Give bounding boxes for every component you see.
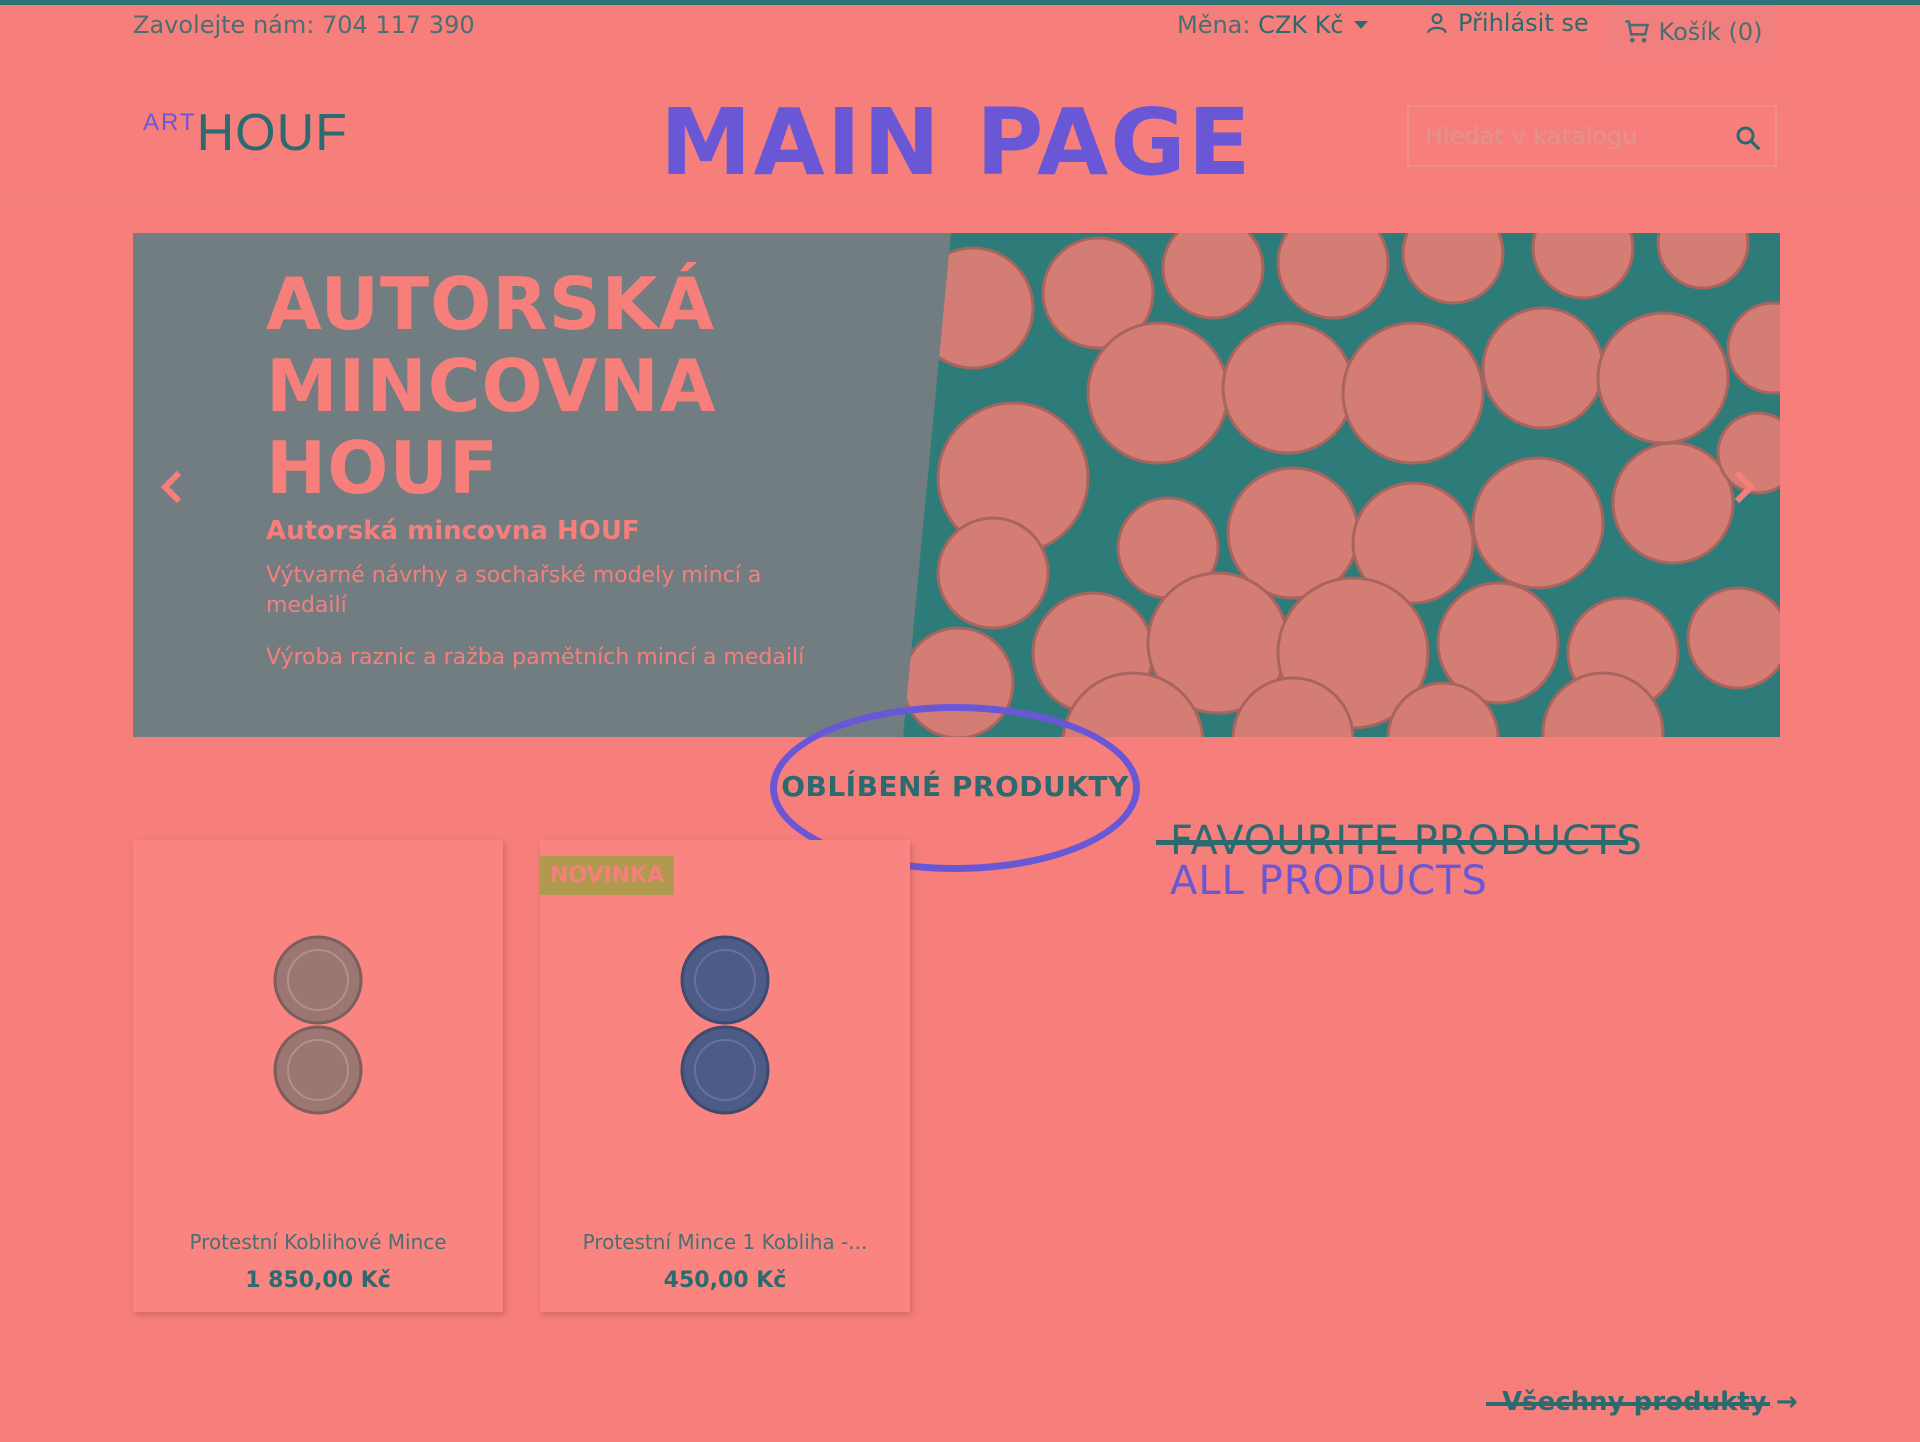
all-products-link[interactable]: Všechny produkty → (1486, 1387, 1798, 1417)
card-divider (143, 1208, 493, 1210)
product-name[interactable]: Protestní Koblihové Mince (133, 1230, 503, 1254)
product-image (273, 935, 363, 1115)
section-title: OBLÍBENÉ PRODUKTY (781, 770, 1129, 803)
slider-prev-button[interactable] (151, 465, 191, 509)
logo-houf: HOUF (196, 104, 348, 162)
logo-art: ART (143, 109, 197, 136)
search-input[interactable] (1425, 121, 1715, 151)
top-bar: Zavolejte nám: 704 117 390 Měna: CZK Kč … (0, 5, 1920, 59)
annotation-main-page: MAIN PAGE (660, 89, 1253, 196)
currency-label: Měna: (1177, 11, 1251, 39)
slider-next-button[interactable] (1725, 465, 1765, 509)
currency-value: CZK Kč (1258, 11, 1344, 39)
site-header: ARTHOUF MAIN PAGE (0, 53, 1920, 198)
cart-button[interactable]: Košík (0) (1607, 5, 1778, 59)
hero-title: AUTORSKÁ MINCOVNA HOUF (266, 263, 717, 509)
product-price: 1 850,00 Kč (245, 1268, 391, 1293)
strikethrough-line (1156, 840, 1628, 845)
login-label: Přihlásit se (1458, 9, 1589, 37)
contact-phone: Zavolejte nám: 704 117 390 (133, 11, 475, 39)
new-badge: NOVINKA (540, 856, 675, 895)
strikethrough-line (1486, 1402, 1770, 1406)
arrow-right-icon: → (1775, 1387, 1798, 1417)
annotation-all-products: ALL PRODUCTS (1170, 858, 1488, 904)
hero-slider: AUTORSKÁ MINCOVNA HOUF Autorská mincovna H… (133, 233, 1780, 737)
currency-selector[interactable]: Měna: CZK Kč (1177, 11, 1368, 39)
product-image (680, 935, 770, 1115)
hero-title-line2: MINCOVNA (266, 344, 717, 428)
product-name[interactable]: Protestní Mince 1 Kobliha -... (540, 1230, 910, 1254)
hero-subtitle: Autorská mincovna HOUF (266, 516, 640, 546)
chevron-left-icon (160, 470, 182, 504)
search-box (1407, 105, 1777, 167)
chevron-right-icon (1734, 470, 1756, 504)
user-icon (1427, 13, 1447, 34)
login-link[interactable]: Přihlásit se (1424, 9, 1589, 37)
product-card[interactable]: NOVINKA Protestní Mince 1 Kobliha -... 4… (540, 840, 910, 1312)
cart-label: Košík (0) (1658, 18, 1763, 46)
card-divider (550, 1208, 900, 1210)
hero-text-design: Výtvarné návrhy a sochařské modely mincí… (266, 563, 762, 618)
hero-title-line1: AUTORSKÁ (266, 262, 716, 346)
product-price: 450,00 Kč (663, 1268, 787, 1293)
site-logo[interactable]: ARTHOUF (143, 103, 348, 163)
chevron-down-icon (1353, 21, 1368, 29)
hero-text-production: Výroba raznic a ražba pamětních mincí a … (266, 645, 805, 670)
hero-title-line3: HOUF (266, 426, 500, 510)
cart-icon (1624, 20, 1649, 43)
search-icon[interactable] (1733, 123, 1763, 157)
product-card[interactable]: Protestní Koblihové Mince 1 850,00 Kč (133, 840, 503, 1312)
